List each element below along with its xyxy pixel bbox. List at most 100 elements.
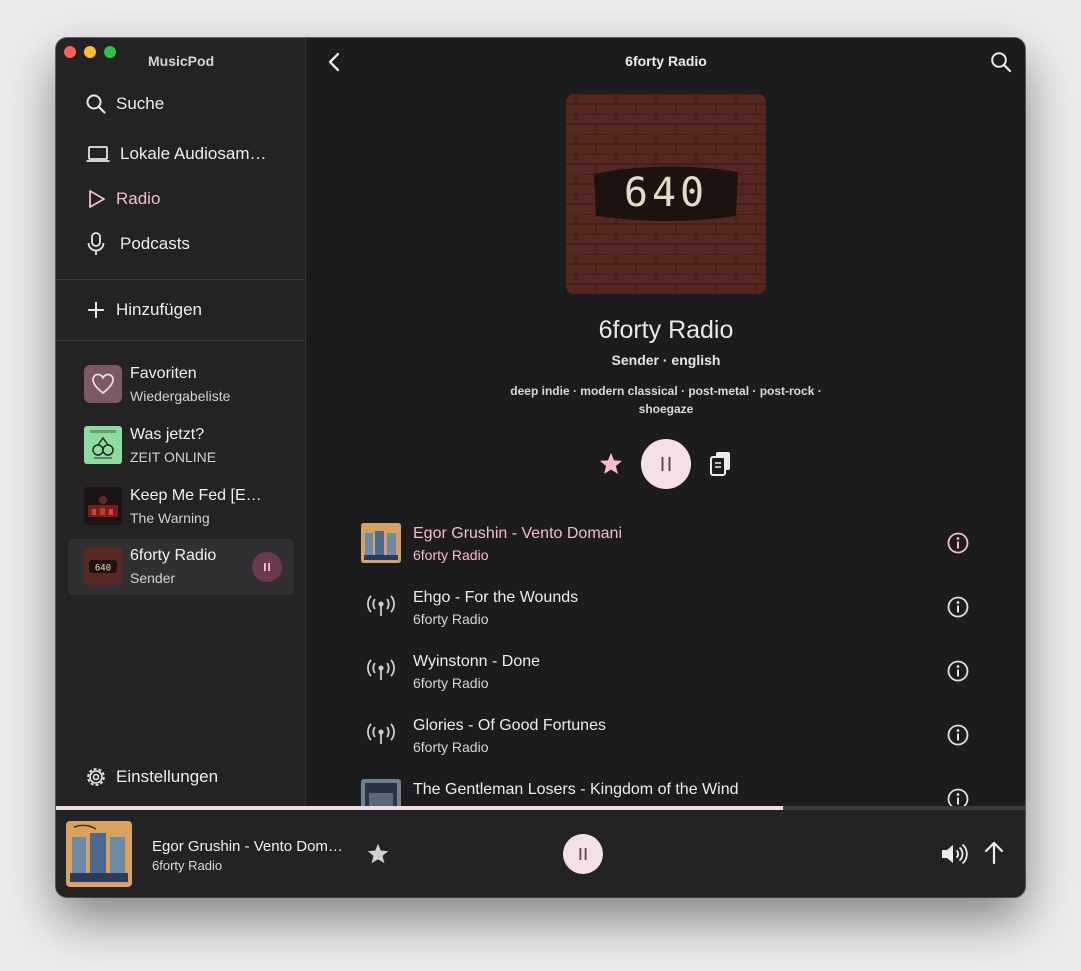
info-button[interactable] <box>945 786 971 806</box>
player-bar: Egor Grushin - Vento Domani 6forty Radio <box>56 810 1025 897</box>
track-title: Glories - Of Good Fortunes <box>413 717 606 734</box>
track-row[interactable]: Ehgo - For the Wounds 6forty Radio <box>361 580 971 634</box>
library-item-title: Keep Me Fed [E… <box>130 487 262 504</box>
favorite-star-button[interactable] <box>597 450 625 478</box>
library-item-title: Was jetzt? <box>130 426 205 443</box>
track-subtitle: 6forty Radio <box>413 547 489 563</box>
nav-item-radio[interactable]: Radio <box>84 187 160 211</box>
app-window: MusicPod Suche Lokale Audiosam… Radio Po… <box>56 38 1025 897</box>
window-controls <box>64 46 116 58</box>
info-icon <box>947 660 969 682</box>
pause-icon <box>264 563 270 571</box>
minimize-window-button[interactable] <box>84 46 96 58</box>
station-meta: Sender · english <box>611 352 721 368</box>
arrow-up-icon <box>984 841 1004 865</box>
library-item-6forty-radio[interactable]: 640 6forty Radio Sender <box>68 539 294 595</box>
zoom-window-button[interactable] <box>104 46 116 58</box>
sidebar-divider <box>56 279 306 280</box>
sidebar-pause-button[interactable] <box>252 552 282 582</box>
gear-icon <box>84 765 108 789</box>
station-pause-button[interactable] <box>641 439 691 489</box>
play-triangle-icon <box>84 187 108 211</box>
track-row[interactable]: Glories - Of Good Fortunes 6forty Radio <box>361 708 971 762</box>
plus-icon <box>84 298 108 322</box>
nav-item-podcasts[interactable]: Podcasts <box>84 232 190 256</box>
player-pause-button[interactable] <box>563 834 603 874</box>
favorites-thumbnail <box>84 365 122 403</box>
station-name: 6forty Radio <box>598 316 734 344</box>
track-subtitle: 6forty Radio <box>413 611 489 627</box>
search-icon <box>84 92 108 116</box>
add-label: Hinzufügen <box>116 300 203 319</box>
info-button[interactable] <box>945 658 971 684</box>
track-row[interactable]: Wyinstonn - Done 6forty Radio <box>361 644 971 698</box>
add-button[interactable]: Hinzufügen <box>84 298 202 322</box>
settings-label: Einstellungen <box>116 767 219 786</box>
nav-item-label: Lokale Audiosam… <box>120 144 267 163</box>
library-item-subtitle: The Warning <box>130 510 210 526</box>
laptop-icon <box>84 142 112 166</box>
station-cover: 640 <box>84 547 122 585</box>
now-playing-cover[interactable] <box>66 821 132 887</box>
copy-icon <box>710 452 730 476</box>
page-title: 6forty Radio <box>625 53 707 69</box>
info-icon <box>947 724 969 746</box>
radio-tower-icon <box>367 658 395 684</box>
nav-item-search[interactable]: Suche <box>84 92 164 116</box>
pause-icon <box>579 848 587 860</box>
station-tags: deep indie · modern classical · post-met… <box>510 384 822 416</box>
expand-player-button[interactable] <box>982 840 1006 866</box>
svg-text:640: 640 <box>95 564 111 574</box>
info-button[interactable] <box>945 530 971 556</box>
nav-item-label: Radio <box>116 189 161 208</box>
svg-text:640: 640 <box>624 170 708 216</box>
library-item-was-jetzt[interactable]: Was jetzt? ZEIT ONLINE <box>68 418 294 474</box>
info-icon <box>947 532 969 554</box>
info-icon <box>947 596 969 618</box>
library-item-subtitle: Wiedergabeliste <box>130 388 231 404</box>
heart-icon <box>92 373 114 395</box>
star-icon <box>367 843 389 864</box>
album-cover <box>84 487 122 525</box>
star-icon <box>599 452 623 474</box>
main-content: 6forty Radio 640 6forty Radio Sender · e… <box>307 38 1025 806</box>
speaker-icon <box>942 843 968 865</box>
pause-icon <box>661 457 671 471</box>
track-row[interactable]: Egor Grushin - Vento Domani 6forty Radio <box>361 516 971 570</box>
radio-tower-icon <box>367 722 395 748</box>
nav-item-local-audio[interactable]: Lokale Audiosam… <box>84 142 266 166</box>
info-button[interactable] <box>945 722 971 748</box>
sidebar-divider <box>56 340 306 341</box>
info-icon <box>947 788 969 806</box>
copy-button[interactable] <box>708 450 734 478</box>
app-title: MusicPod <box>148 53 215 69</box>
nav-item-label: Suche <box>116 94 165 113</box>
track-title: Ehgo - For the Wounds <box>413 589 579 606</box>
library-item-subtitle: Sender <box>130 570 176 586</box>
favorite-star-button[interactable] <box>365 841 391 867</box>
microphone-icon <box>84 232 108 256</box>
track-title: Egor Grushin - Vento Domani <box>413 525 622 542</box>
station-cover-image: 640 <box>566 94 766 294</box>
podcast-cover <box>84 426 122 464</box>
nav-item-label: Podcasts <box>120 234 190 253</box>
library-item-favorites[interactable]: Favoriten Wiedergabeliste <box>68 357 294 413</box>
close-window-button[interactable] <box>64 46 76 58</box>
library-item-subtitle: ZEIT ONLINE <box>130 449 217 465</box>
track-subtitle: 6forty Radio <box>413 675 489 691</box>
search-button[interactable] <box>989 50 1013 74</box>
now-playing-title: Egor Grushin - Vento Domani <box>152 838 347 855</box>
settings-button[interactable]: Einstellungen <box>84 765 218 789</box>
library-item-keep-me-fed[interactable]: Keep Me Fed [E… The Warning <box>68 479 294 535</box>
library-item-title: Favoriten <box>130 365 197 382</box>
search-icon <box>991 52 1012 73</box>
track-cover <box>361 523 401 563</box>
info-button[interactable] <box>945 594 971 620</box>
track-subtitle: 6forty Radio <box>413 739 489 755</box>
sidebar: MusicPod Suche Lokale Audiosam… Radio Po… <box>56 38 306 806</box>
track-title: Wyinstonn - Done <box>413 653 541 670</box>
track-cover <box>361 779 401 806</box>
volume-button[interactable] <box>940 842 968 866</box>
now-playing-subtitle: 6forty Radio <box>152 858 223 873</box>
track-row[interactable]: The Gentleman Losers - Kingdom of the Wi… <box>361 772 971 806</box>
